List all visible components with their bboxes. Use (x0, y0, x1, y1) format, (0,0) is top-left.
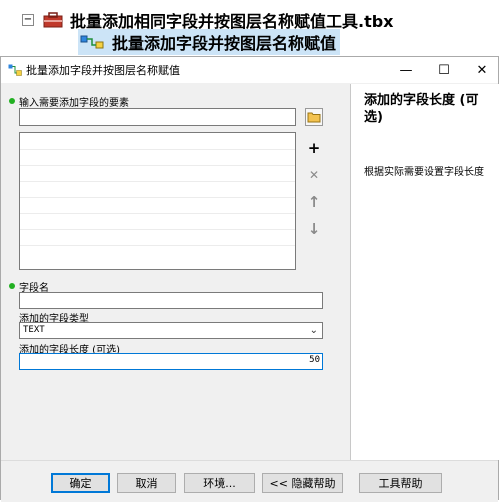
model-tool-icon (8, 64, 22, 76)
chevron-down-icon: ⌄ (309, 325, 318, 336)
field-type-value: TEXT (23, 325, 45, 335)
hide-help-button[interactable]: << 隐藏帮助 (262, 473, 343, 493)
move-up-button[interactable]: ↑ (305, 193, 323, 211)
ok-button[interactable]: 确定 (51, 473, 110, 493)
close-button[interactable]: ✕ (465, 57, 499, 83)
tool-dialog: 批量添加字段并按图层名称赋值 — ☐ ✕ 输入需要添加字段的要素 + ✕ ↑ ↓… (0, 56, 499, 502)
required-icon (9, 283, 15, 289)
dialog-title: 批量添加字段并按图层名称赋值 (26, 64, 180, 77)
dialog-footer: 确定 取消 环境... << 隐藏帮助 工具帮助 (1, 460, 498, 502)
remove-item-button[interactable]: ✕ (305, 166, 323, 184)
input-features-label: 输入需要添加字段的要素 (19, 98, 129, 109)
tree-item-tool[interactable]: 批量添加字段并按图层名称赋值 (78, 29, 341, 55)
browse-button[interactable] (305, 108, 323, 126)
field-name-input[interactable] (19, 292, 323, 309)
toolbox-icon (43, 12, 63, 28)
field-length-value: 50 (309, 355, 320, 365)
collapse-icon[interactable]: − (22, 14, 34, 26)
title-bar[interactable]: 批量添加字段并按图层名称赋值 — ☐ ✕ (1, 57, 498, 83)
parameters-panel: 输入需要添加字段的要素 + ✕ ↑ ↓ 字段名 添加的字段类型 TEXT ⌄ 添… (1, 84, 346, 460)
minimize-button[interactable]: — (389, 57, 423, 83)
field-length-input[interactable]: 50 (19, 353, 323, 370)
field-type-select[interactable]: TEXT ⌄ (19, 322, 323, 339)
environments-button[interactable]: 环境... (184, 473, 255, 493)
help-title: 添加的字段长度 (可选) (364, 93, 479, 125)
tree-row-partial (10, 0, 430, 2)
help-description: 根据实际需要设置字段长度 (364, 167, 484, 178)
model-tool-icon (80, 35, 104, 49)
folder-icon (307, 112, 321, 123)
tool-help-button[interactable]: 工具帮助 (359, 473, 442, 493)
add-item-button[interactable]: + (305, 139, 323, 157)
help-panel: 添加的字段长度 (可选) 根据实际需要设置字段长度 (350, 84, 499, 460)
move-down-button[interactable]: ↓ (305, 220, 323, 238)
tool-label: 批量添加字段并按图层名称赋值 (112, 34, 337, 53)
catalog-tree: − 批量添加相同字段并按图层名称赋值工具.tbx 批量添加字段并按图层名称赋值 (0, 0, 500, 56)
features-list[interactable] (19, 132, 296, 270)
required-icon (9, 98, 15, 104)
input-features-field[interactable] (19, 108, 296, 126)
maximize-button[interactable]: ☐ (427, 57, 461, 83)
cancel-button[interactable]: 取消 (117, 473, 176, 493)
